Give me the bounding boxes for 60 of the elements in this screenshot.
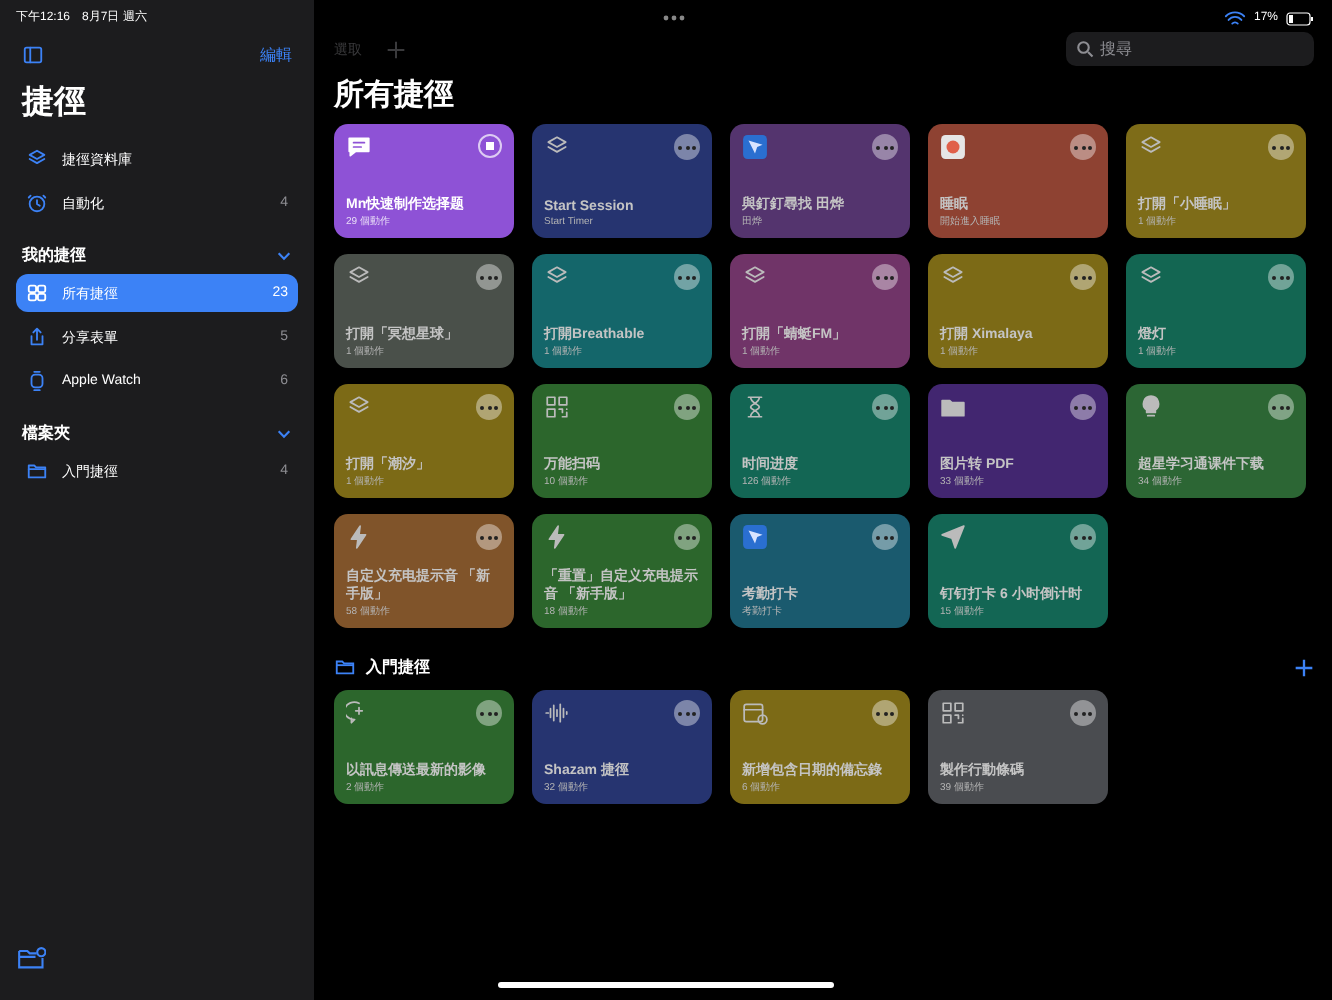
section-title: 我的捷徑 [22, 244, 86, 266]
more-button[interactable] [872, 524, 898, 550]
calendar-plus-icon [742, 700, 768, 726]
edit-button[interactable]: 編輯 [260, 44, 292, 66]
waveform-icon [544, 700, 570, 726]
more-button[interactable] [476, 524, 502, 550]
qr-code-icon [940, 700, 966, 726]
lightning-bolt-icon [544, 524, 570, 550]
battery-icon [1286, 11, 1314, 25]
more-button[interactable] [1070, 394, 1096, 420]
more-button[interactable] [476, 264, 502, 290]
clock-icon [26, 192, 48, 214]
paper-plane-icon [940, 524, 966, 550]
grid-icon [26, 282, 48, 304]
watch-icon [26, 370, 48, 392]
more-button[interactable] [476, 700, 502, 726]
app-icon [742, 134, 768, 160]
more-button[interactable] [674, 700, 700, 726]
wifi-icon [1223, 7, 1246, 29]
qr-code-icon [544, 394, 570, 420]
folder-title: 入門捷徑 [366, 656, 430, 678]
more-button[interactable] [674, 394, 700, 420]
chevron-icon[interactable] [276, 425, 292, 441]
more-button[interactable] [872, 394, 898, 420]
section-title: 檔案夾 [22, 422, 70, 444]
more-button[interactable] [1070, 524, 1096, 550]
more-button[interactable] [1070, 700, 1096, 726]
folder-icon [940, 394, 966, 420]
more-button[interactable] [1268, 394, 1294, 420]
layers-icon [26, 148, 48, 170]
page-title: 所有捷徑 [334, 76, 456, 114]
more-button[interactable] [872, 134, 898, 160]
lightbulb-icon [1138, 394, 1164, 420]
more-button[interactable] [1268, 264, 1294, 290]
folder-icon [334, 656, 356, 678]
sidebar-toggle-icon [22, 44, 44, 66]
stop-button[interactable] [478, 134, 502, 158]
share-icon [26, 326, 48, 348]
more-button[interactable] [872, 700, 898, 726]
new-folder-icon[interactable] [18, 946, 46, 970]
more-button[interactable] [1070, 134, 1096, 160]
more-button[interactable] [1070, 264, 1096, 290]
more-button[interactable] [674, 524, 700, 550]
lightning-bolt-icon [346, 524, 372, 550]
app-icon [940, 134, 966, 160]
app-icon [742, 524, 768, 550]
add-icon[interactable] [1294, 657, 1314, 677]
hourglass-icon [742, 394, 768, 420]
chat-bubble-icon [346, 134, 372, 160]
search-field[interactable]: 搜尋 [1066, 32, 1314, 66]
multitask-dots-icon[interactable] [662, 14, 686, 22]
more-button[interactable] [872, 264, 898, 290]
more-button[interactable] [674, 134, 700, 160]
chevron-icon[interactable] [276, 247, 292, 263]
search-icon [1076, 40, 1094, 58]
sidebar-title: 捷徑 [22, 83, 88, 124]
more-button[interactable] [1268, 134, 1294, 160]
more-button[interactable] [674, 264, 700, 290]
folder-icon [26, 460, 48, 482]
more-button[interactable] [476, 394, 502, 420]
